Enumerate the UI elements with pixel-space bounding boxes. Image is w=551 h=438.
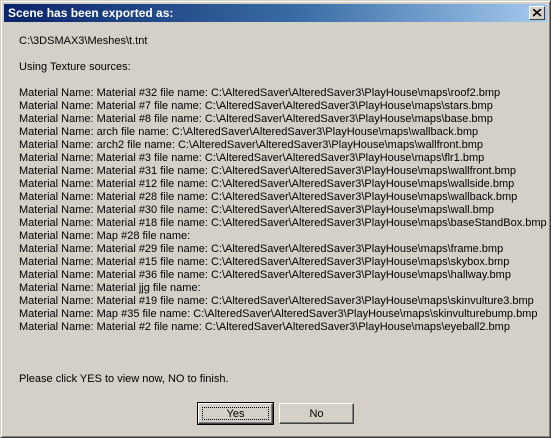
yes-button[interactable]: Yes xyxy=(197,402,274,425)
action-prompt: Please click YES to view now, NO to fini… xyxy=(19,373,229,385)
material-line: Material Name: arch2 file name: C:\Alter… xyxy=(19,139,484,151)
export-dialog: Scene has been exported as: C:\3DSMAX3\M… xyxy=(0,0,551,438)
material-line: Material Name: arch file name: C:\Altere… xyxy=(19,126,479,138)
material-line: Material Name: Material #2 file name: C:… xyxy=(19,321,510,333)
material-line: Material Name: Material #30 file name: C… xyxy=(19,204,495,216)
material-line: Material Name: Material #7 file name: C:… xyxy=(19,100,493,112)
no-button[interactable]: No xyxy=(279,403,354,424)
close-button[interactable] xyxy=(529,6,545,20)
texture-sources-heading: Using Texture sources: xyxy=(19,61,131,73)
exported-file-path: C:\3DSMAX3\Meshes\t.tnt xyxy=(19,35,148,47)
material-line: Material Name: Material jjg file name: xyxy=(19,282,201,294)
material-line: Material Name: Material #3 file name: C:… xyxy=(19,152,485,164)
material-line: Material Name: Material #19 file name: C… xyxy=(19,295,534,307)
close-icon xyxy=(533,9,542,17)
title-bar[interactable]: Scene has been exported as: xyxy=(4,4,547,22)
material-line: Material Name: Map #35 file name: C:\Alt… xyxy=(19,308,538,320)
material-line: Material Name: Material #8 file name: C:… xyxy=(19,113,493,125)
material-line: Material Name: Material #32 file name: C… xyxy=(19,87,501,99)
yes-button-label: Yes xyxy=(226,407,245,420)
material-line: Material Name: Map #28 file name: xyxy=(19,230,191,242)
dialog-title: Scene has been exported as: xyxy=(8,6,174,20)
material-line: Material Name: Material #12 file name: C… xyxy=(19,178,515,190)
material-line: Material Name: Material #15 file name: C… xyxy=(19,256,510,268)
material-line: Material Name: Material #28 file name: C… xyxy=(19,191,518,203)
material-line: Material Name: Material #31 file name: C… xyxy=(19,165,517,177)
material-line: Material Name: Material #29 file name: C… xyxy=(19,243,504,255)
no-button-label: No xyxy=(309,407,324,420)
material-line: Material Name: Material #36 file name: C… xyxy=(19,269,511,281)
material-line: Material Name: Material #18 file name: C… xyxy=(19,217,547,229)
